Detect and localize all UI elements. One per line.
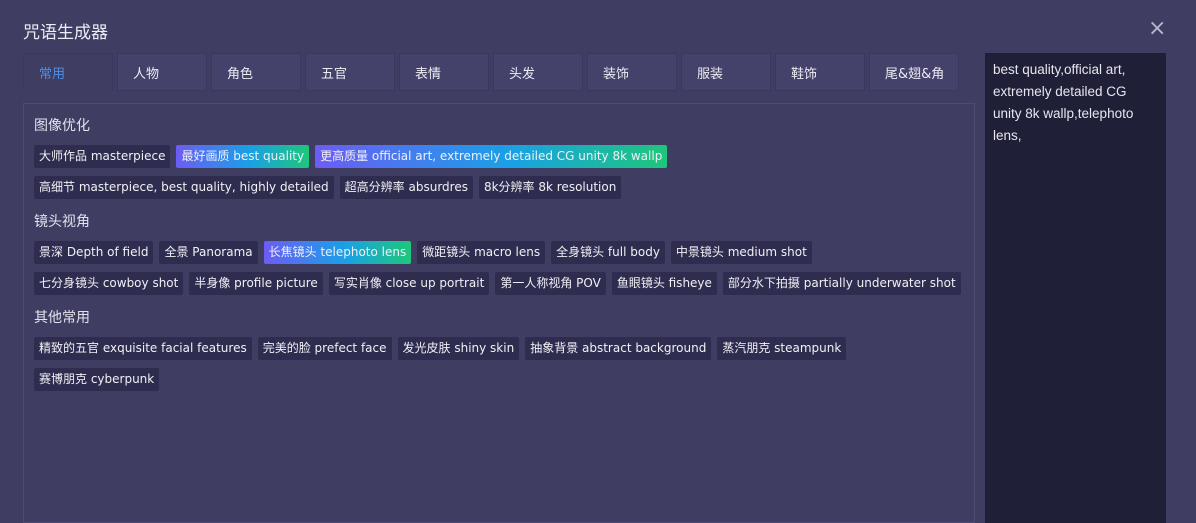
tab-8[interactable]: 鞋饰 bbox=[775, 53, 865, 91]
tag[interactable]: 全景 Panorama bbox=[159, 241, 258, 264]
prompt-output[interactable]: best quality,official art, extremely det… bbox=[985, 53, 1166, 523]
tag[interactable]: 部分水下拍摄 partially underwater shot bbox=[722, 272, 961, 295]
tag[interactable]: 写实肖像 close up portrait bbox=[328, 272, 490, 295]
tag-group: 景深 Depth of field 全景 Panorama 长焦镜头 telepho… bbox=[34, 241, 964, 295]
tag[interactable]: 精致的五官 exquisite facial features bbox=[34, 337, 252, 360]
tag[interactable]: 鱼眼镜头 fisheye bbox=[611, 272, 717, 295]
tag[interactable]: 蒸汽朋克 steampunk bbox=[717, 337, 847, 360]
tag[interactable]: 完美的脸 prefect face bbox=[257, 337, 392, 360]
tag-panel: 图像优化大师作品 masterpiece 最好画质 best quality 更高质… bbox=[23, 103, 975, 523]
category-tabs: 常用 人物 角色 五官 表情 头发 装饰 服装 鞋饰 尾&翅&角 bbox=[23, 53, 959, 91]
section-title: 其他常用 bbox=[34, 310, 90, 326]
tag[interactable]: 8k分辨率 8k resolution bbox=[478, 176, 622, 199]
tab-3[interactable]: 五官 bbox=[305, 53, 395, 91]
tab-2[interactable]: 角色 bbox=[211, 53, 301, 91]
tab-7[interactable]: 服装 bbox=[681, 53, 771, 91]
tag[interactable]: 最好画质 best quality bbox=[176, 145, 310, 168]
tag[interactable]: 七分身镜头 cowboy shot bbox=[34, 272, 184, 295]
tab-9[interactable]: 尾&翅&角 bbox=[869, 53, 959, 91]
dialog-title: 咒语生成器 bbox=[23, 23, 108, 43]
tab-0[interactable]: 常用 bbox=[23, 53, 113, 91]
tag[interactable]: 中景镜头 medium shot bbox=[670, 241, 812, 264]
tag[interactable]: 高细节 masterpiece, best quality, highly de… bbox=[34, 176, 334, 199]
section-title: 镜头视角 bbox=[34, 214, 90, 230]
tab-1[interactable]: 人物 bbox=[117, 53, 207, 91]
tag-group: 大师作品 masterpiece 最好画质 best quality 更高质量 of… bbox=[34, 145, 964, 199]
tag[interactable]: 景深 Depth of field bbox=[34, 241, 154, 264]
tag[interactable]: 长焦镜头 telephoto lens bbox=[263, 241, 412, 264]
tag[interactable]: 超高分辨率 absurdres bbox=[339, 176, 473, 199]
tag[interactable]: 抽象背景 abstract background bbox=[525, 337, 712, 360]
tag[interactable]: 第一人称视角 POV bbox=[495, 272, 606, 295]
tag[interactable]: 微距镜头 macro lens bbox=[417, 241, 546, 264]
tag[interactable]: 半身像 profile picture bbox=[189, 272, 323, 295]
tab-4[interactable]: 表情 bbox=[399, 53, 489, 91]
tag[interactable]: 全身镜头 full body bbox=[551, 241, 665, 264]
tab-6[interactable]: 装饰 bbox=[587, 53, 677, 91]
tab-5[interactable]: 头发 bbox=[493, 53, 583, 91]
section-title: 图像优化 bbox=[34, 118, 90, 134]
tag-group: 精致的五官 exquisite facial features 完美的脸 pref… bbox=[34, 337, 964, 391]
tag[interactable]: 更高质量 official art, extremely detailed CG… bbox=[315, 145, 668, 168]
close-icon[interactable]: × bbox=[1148, 18, 1166, 40]
tag[interactable]: 发光皮肤 shiny skin bbox=[397, 337, 520, 360]
tag[interactable]: 赛博朋克 cyberpunk bbox=[34, 368, 160, 391]
tag[interactable]: 大师作品 masterpiece bbox=[34, 145, 171, 168]
